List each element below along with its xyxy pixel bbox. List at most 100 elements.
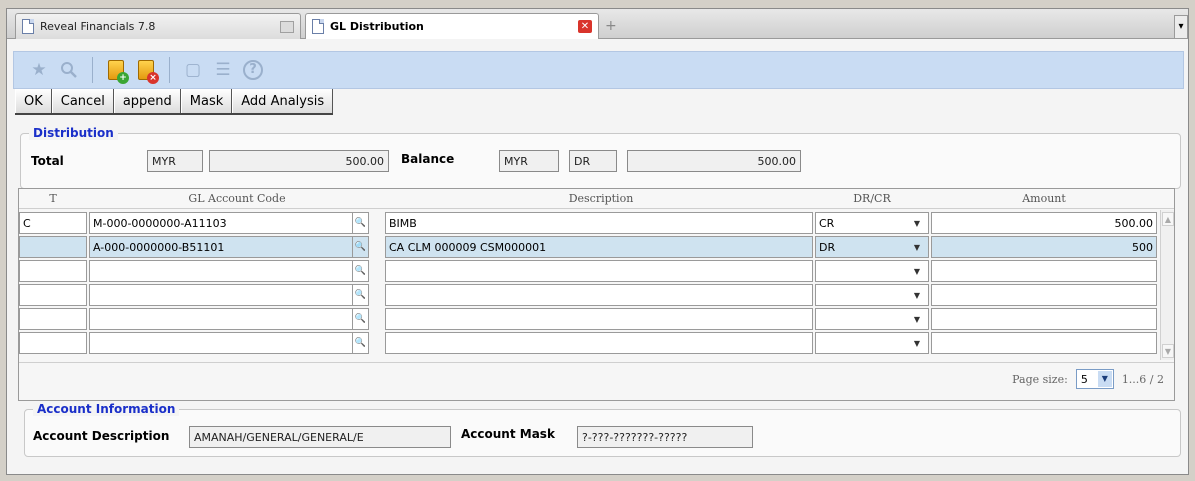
table-row[interactable]: C M-000-0000000-A11103 🔍 BIMB CR ▼ 500.00 xyxy=(19,211,1159,235)
cell-t[interactable]: C xyxy=(19,212,87,234)
total-label: Total xyxy=(31,154,64,168)
cell-drcr[interactable]: CR ▼ xyxy=(815,212,929,234)
column-header-drcr[interactable]: DR/CR xyxy=(815,192,929,205)
cell-amount[interactable] xyxy=(931,332,1157,354)
cell-description-value: CA CLM 000009 CSM000001 xyxy=(389,240,547,254)
total-currency-field: MYR xyxy=(147,150,203,172)
tab-window-icon[interactable] xyxy=(280,20,294,33)
cell-t[interactable] xyxy=(19,260,87,282)
filter-icon[interactable]: ☰ xyxy=(212,58,234,82)
table-row[interactable]: 🔍 ▼ xyxy=(19,259,1159,283)
cell-description[interactable]: CA CLM 000009 CSM000001 xyxy=(385,236,813,258)
cell-amount[interactable]: 500.00 xyxy=(931,212,1157,234)
search-icon[interactable] xyxy=(58,58,80,82)
cell-t[interactable] xyxy=(19,284,87,306)
cell-t-value: C xyxy=(23,216,31,230)
lookup-search-icon[interactable]: 🔍 xyxy=(353,212,369,234)
cell-amount-value: 500 xyxy=(1132,240,1153,254)
favorite-icon[interactable]: ★ xyxy=(28,58,50,82)
tab-label: Reveal Financials 7.8 xyxy=(40,20,156,33)
page-size-select[interactable]: 5 ▼ xyxy=(1075,369,1114,389)
cell-amount[interactable] xyxy=(931,260,1157,282)
ok-button[interactable]: OK xyxy=(15,89,52,113)
column-header-t[interactable]: T xyxy=(19,192,87,205)
cell-drcr[interactable]: ▼ xyxy=(815,332,929,354)
chevron-down-icon[interactable]: ▼ xyxy=(914,243,920,252)
cell-drcr[interactable]: DR ▼ xyxy=(815,236,929,258)
add-analysis-button[interactable]: Add Analysis xyxy=(232,89,334,113)
cell-gl-code[interactable] xyxy=(89,260,353,282)
cell-gl-code[interactable]: A-000-0000000-B51101 xyxy=(89,236,353,258)
balance-drcr-field: DR xyxy=(569,150,617,172)
column-header-gl-code[interactable]: GL Account Code xyxy=(89,192,385,205)
scroll-up-icon[interactable]: ▲ xyxy=(1162,212,1174,226)
new-tab-icon[interactable]: + xyxy=(605,18,617,34)
cancel-button[interactable]: Cancel xyxy=(51,89,114,113)
account-mask-field: ?-???-???????-????? xyxy=(577,426,753,448)
cell-description[interactable]: BIMB xyxy=(385,212,813,234)
cell-description-value: BIMB xyxy=(389,216,417,230)
cell-amount[interactable]: 500 xyxy=(931,236,1157,258)
cell-t[interactable] xyxy=(19,308,87,330)
plus-badge-icon: + xyxy=(117,72,129,84)
column-header-description[interactable]: Description xyxy=(387,192,815,205)
cell-drcr[interactable]: ▼ xyxy=(815,284,929,306)
folder-icon: × xyxy=(138,60,159,84)
account-description-label: Account Description xyxy=(33,429,170,443)
cell-description[interactable] xyxy=(385,260,813,282)
pager: Page size: 5 ▼ 1...6 / 2 xyxy=(1012,368,1164,390)
chevron-down-icon[interactable]: ▼ xyxy=(1097,371,1112,387)
table-row[interactable]: 🔍 ▼ xyxy=(19,331,1159,355)
toolbar-separator xyxy=(169,57,170,83)
cell-t[interactable] xyxy=(19,236,87,258)
lookup-search-icon[interactable]: 🔍 xyxy=(353,284,369,306)
cell-description[interactable] xyxy=(385,332,813,354)
chevron-down-icon[interactable]: ▼ xyxy=(914,315,920,324)
grid-scrollbar[interactable]: ▲ ▼ xyxy=(1160,210,1174,360)
scroll-down-icon[interactable]: ▼ xyxy=(1162,344,1174,358)
distribution-grid: T GL Account Code Description DR/CR Amou… xyxy=(18,188,1175,401)
table-row[interactable]: 🔍 ▼ xyxy=(19,283,1159,307)
append-button[interactable]: append xyxy=(113,89,181,113)
main-window: Reveal Financials 7.8 GL Distribution ✕ … xyxy=(6,8,1189,475)
lookup-search-icon[interactable]: 🔍 xyxy=(353,236,369,258)
chevron-down-icon[interactable]: ▼ xyxy=(914,267,920,276)
chevron-down-icon[interactable]: ▼ xyxy=(914,291,920,300)
delete-folder-icon[interactable]: × xyxy=(135,58,159,84)
page-size-value: 5 xyxy=(1080,372,1088,386)
cell-gl-code[interactable] xyxy=(89,332,353,354)
cell-gl-code[interactable] xyxy=(89,308,353,330)
remove-badge-icon: × xyxy=(147,72,159,84)
action-bar: OK Cancel append Mask Add Analysis xyxy=(15,89,334,115)
tab-label: GL Distribution xyxy=(330,20,424,33)
tab-list-dropdown-icon[interactable]: ▾ xyxy=(1174,15,1188,39)
cell-drcr[interactable]: ▼ xyxy=(815,260,929,282)
chevron-down-icon[interactable]: ▼ xyxy=(914,219,920,228)
total-amount-field: 500.00 xyxy=(209,150,389,172)
cell-amount[interactable] xyxy=(931,308,1157,330)
tab-gl-distribution[interactable]: GL Distribution ✕ xyxy=(305,13,599,39)
table-row[interactable]: A-000-0000000-B51101 🔍 CA CLM 000009 CSM00… xyxy=(19,235,1159,259)
folder-icon: + xyxy=(108,60,129,84)
cell-t[interactable] xyxy=(19,332,87,354)
close-icon[interactable]: ✕ xyxy=(578,20,592,33)
column-header-amount[interactable]: Amount xyxy=(931,192,1157,205)
page-size-label: Page size: xyxy=(1012,372,1068,386)
cell-drcr[interactable]: ▼ xyxy=(815,308,929,330)
account-description-field[interactable]: AMANAH/GENERAL/GENERAL/E xyxy=(189,426,451,448)
mask-button[interactable]: Mask xyxy=(180,89,233,113)
cell-gl-code[interactable] xyxy=(89,284,353,306)
cell-description[interactable] xyxy=(385,308,813,330)
cell-description[interactable] xyxy=(385,284,813,306)
help-icon[interactable]: ? xyxy=(242,58,264,82)
table-row[interactable]: 🔍 ▼ xyxy=(19,307,1159,331)
lookup-search-icon[interactable]: 🔍 xyxy=(353,260,369,282)
lookup-search-icon[interactable]: 🔍 xyxy=(353,332,369,354)
chevron-down-icon[interactable]: ▼ xyxy=(914,339,920,348)
new-window-icon[interactable]: ▢ xyxy=(182,58,204,82)
tab-reveal-financials[interactable]: Reveal Financials 7.8 xyxy=(15,13,301,39)
add-folder-icon[interactable]: + xyxy=(105,58,129,84)
cell-amount[interactable] xyxy=(931,284,1157,306)
lookup-search-icon[interactable]: 🔍 xyxy=(353,308,369,330)
cell-gl-code[interactable]: M-000-0000000-A11103 xyxy=(89,212,353,234)
